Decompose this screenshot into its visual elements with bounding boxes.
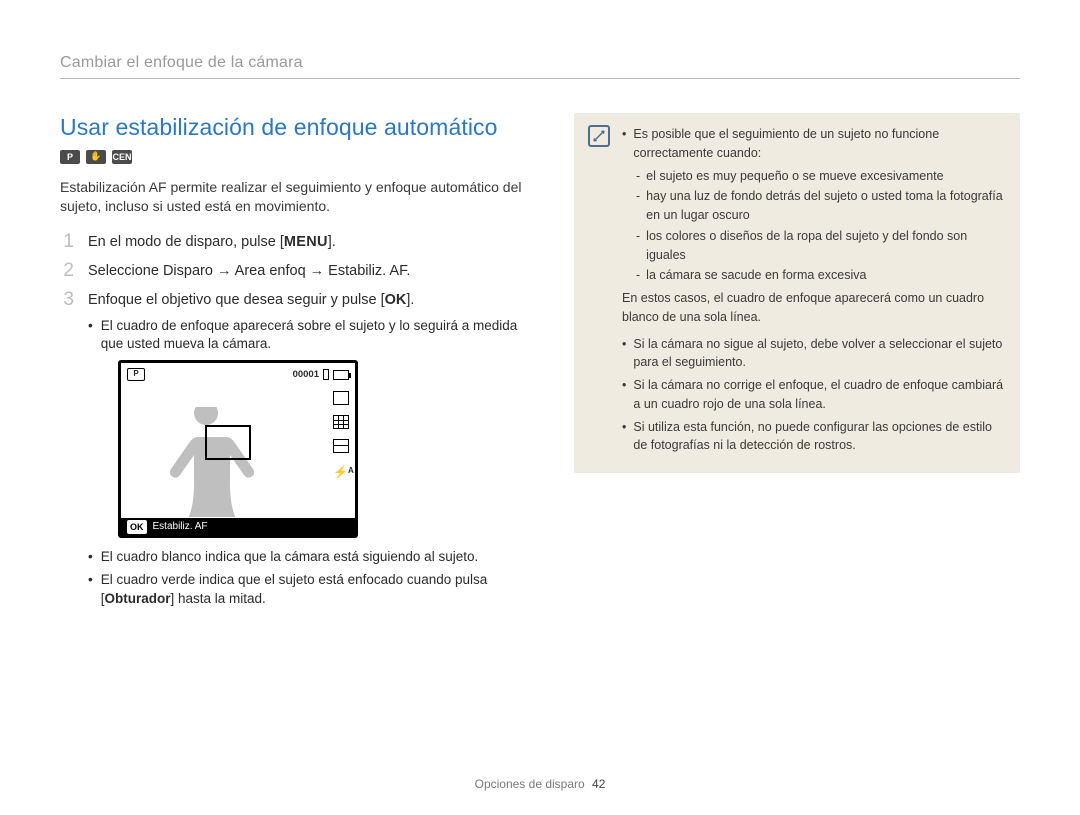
note-content: Es posible que el seguimiento de un suje…	[622, 125, 1006, 459]
step-number: 1	[60, 231, 74, 254]
battery-icon	[333, 370, 349, 380]
footer-section: Opciones de disparo	[475, 777, 585, 791]
step-list: 1 En el modo de disparo, pulse [MENU]. 2…	[60, 231, 538, 613]
note-item: Si utiliza esta función, no puede config…	[622, 418, 1006, 456]
step-body: Enfoque el objetivo que desea seguir y p…	[88, 289, 538, 613]
shot-counter: 00001	[293, 367, 319, 382]
note-text: Si utiliza esta función, no puede config…	[633, 418, 1006, 456]
two-column-layout: Usar estabilización de enfoque automátic…	[60, 113, 1020, 619]
screen-topbar: P 00001	[127, 367, 349, 382]
note-dash-item: el sujeto es muy pequeño o se mueve exce…	[636, 167, 1006, 186]
step-text: En el modo de disparo, pulse [	[88, 234, 284, 250]
note-text: Es posible que el seguimiento de un suje…	[633, 125, 1006, 163]
topbar-right-cluster: 00001	[293, 367, 349, 382]
page-footer: Opciones de disparo 42	[0, 777, 1080, 791]
step-number: 2	[60, 260, 74, 283]
note-icon	[588, 125, 610, 147]
left-column: Usar estabilización de enfoque automátic…	[60, 113, 538, 619]
display-icon	[333, 439, 349, 453]
breadcrumb: Cambiar el enfoque de la cámara	[60, 54, 1020, 72]
bullet-item: El cuadro verde indica que el sujeto est…	[88, 571, 538, 609]
ok-key-label: OK	[385, 292, 407, 308]
step-2: 2 Seleccione Disparo → Area enfoq → Esta…	[60, 260, 538, 283]
bullet-item: El cuadro blanco indica que la cámara es…	[88, 548, 538, 567]
mode-indicator-icon: P	[127, 368, 145, 381]
step-body: En el modo de disparo, pulse [MENU].	[88, 231, 538, 254]
note-dash-text: los colores o diseños de la ropa del suj…	[646, 227, 1006, 265]
footer-page-number: 42	[592, 777, 605, 791]
step-body: Seleccione Disparo → Area enfoq → Estabi…	[88, 260, 538, 283]
step-3-bullets-after: El cuadro blanco indica que la cámara es…	[88, 548, 538, 609]
bullet-text: El cuadro verde indica que el sujeto est…	[101, 571, 538, 609]
note-dash-text: el sujeto es muy pequeño o se mueve exce…	[646, 167, 943, 186]
ok-badge: OK	[127, 520, 147, 534]
mode-program-icon: P	[60, 150, 80, 164]
metering-icon	[333, 415, 349, 429]
sd-card-icon	[323, 369, 329, 380]
flash-auto-icon: ⚡ᴬ	[333, 463, 349, 477]
note-dash-item: la cámara se sacude en forma excesiva	[636, 266, 1006, 285]
step-text-tail: ].	[406, 292, 414, 308]
camera-screen-illustration: P 00001 ⚡ᴬ	[118, 360, 358, 538]
note-item: Si la cámara no corrige el enfoque, el c…	[622, 376, 1006, 414]
bottombar-label: Estabiliz. AF	[153, 519, 208, 535]
menu-key-label: MENU	[284, 234, 328, 250]
section-title: Usar estabilización de enfoque automátic…	[60, 113, 538, 142]
header-rule	[60, 78, 1020, 79]
screen-bottombar: OK Estabiliz. AF	[121, 518, 355, 535]
step-text-tail: ].	[328, 234, 336, 250]
bullet-text: El cuadro blanco indica que la cámara es…	[101, 548, 479, 567]
screen-side-icons: ⚡ᴬ	[333, 391, 349, 477]
quality-icon	[333, 391, 349, 405]
bullet-text-b: ] hasta la mitad.	[171, 591, 266, 606]
right-column: Es posible que el seguimiento de un suje…	[574, 113, 1020, 619]
shutter-key-label: Obturador	[105, 591, 171, 606]
focus-rectangle	[205, 425, 251, 460]
mode-scene-icon: SCENE	[112, 150, 132, 164]
step-3: 3 Enfoque el objetivo que desea seguir y…	[60, 289, 538, 613]
step-text: Enfoque el objetivo que desea seguir y p…	[88, 292, 385, 308]
mode-icons-row: P ✋ SCENE	[60, 150, 538, 164]
mode-dual-is-icon: ✋	[86, 150, 106, 164]
note-box: Es posible que el seguimiento de un suje…	[574, 113, 1020, 473]
note-item: Es posible que el seguimiento de un suje…	[622, 125, 1006, 163]
note-dash-text: hay una luz de fondo detrás del sujeto o…	[646, 187, 1006, 225]
bullet-text: El cuadro de enfoque aparecerá sobre el …	[101, 317, 538, 355]
page: Cambiar el enfoque de la cámara Usar est…	[0, 0, 1080, 815]
note-dash-item: hay una luz de fondo detrás del sujeto o…	[636, 187, 1006, 225]
step-1: 1 En el modo de disparo, pulse [MENU].	[60, 231, 538, 254]
note-text: Si la cámara no corrige el enfoque, el c…	[633, 376, 1006, 414]
note-dash-item: los colores o diseños de la ropa del suj…	[636, 227, 1006, 265]
subject-silhouette	[151, 407, 271, 517]
note-dash-list: el sujeto es muy pequeño o se mueve exce…	[636, 167, 1006, 286]
note-after-dash: En estos casos, el cuadro de enfoque apa…	[622, 289, 1006, 327]
step-number: 3	[60, 289, 74, 613]
step-3-bullets: El cuadro de enfoque aparecerá sobre el …	[88, 317, 538, 355]
bullet-item: El cuadro de enfoque aparecerá sobre el …	[88, 317, 538, 355]
note-text: Si la cámara no sigue al sujeto, debe vo…	[633, 335, 1006, 373]
note-item: Si la cámara no sigue al sujeto, debe vo…	[622, 335, 1006, 373]
note-dash-text: la cámara se sacude en forma excesiva	[646, 266, 866, 285]
intro-paragraph: Estabilización AF permite realizar el se…	[60, 178, 538, 217]
silhouette-svg	[151, 407, 271, 517]
